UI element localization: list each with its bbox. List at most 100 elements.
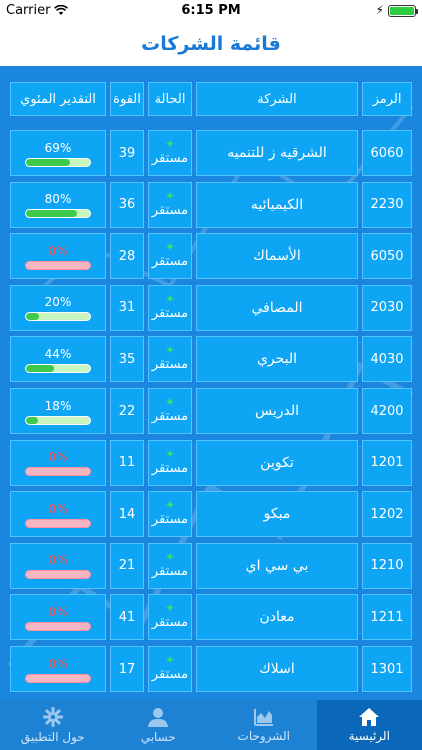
table-row[interactable]: 6050 الأسماك ✦ مستقر 28 0% <box>6 233 416 280</box>
header-code: الرمز <box>362 82 412 116</box>
status-cell: ✦ مستقر <box>148 233 192 280</box>
rating-cell: 0% <box>10 233 106 280</box>
header-status: الحالة <box>148 82 192 116</box>
status-label: مستقر <box>151 409 189 424</box>
rating-label: 44% <box>44 346 72 361</box>
rating-progress-bar <box>25 363 91 373</box>
tab-home[interactable]: الرئيسية <box>316 700 422 750</box>
clock: 6:15 PM <box>181 3 241 18</box>
rating-label: 0% <box>48 501 68 516</box>
company-code: 1201 <box>362 439 412 486</box>
rating-cell: 0% <box>10 439 106 486</box>
rating-progress-fill <box>26 416 38 424</box>
table-row[interactable]: 2030 المصافي ✦ مستقر 31 20% <box>6 284 416 331</box>
company-code: 6060 <box>362 130 412 176</box>
companies-panel[interactable]: الرمز الشركة الحالة القوة التقدير المئوي… <box>0 66 422 700</box>
rating-cell: 69% <box>10 130 106 176</box>
rating-progress-bar <box>25 673 91 683</box>
rating-cell: 44% <box>10 336 106 383</box>
user-icon <box>147 706 169 728</box>
status-cell: ✦ مستقر <box>148 336 192 383</box>
rating-progress-bar <box>25 570 91 580</box>
table-row[interactable]: 1201 تكوين ✦ مستقر 11 0% <box>6 439 416 486</box>
company-name: المصافي <box>196 284 358 331</box>
company-code: 4200 <box>362 388 412 434</box>
tab-label: الشروحات <box>237 729 290 743</box>
rating-progress-bar <box>25 157 91 167</box>
star-icon: ✦ <box>164 601 176 616</box>
star-icon: ✦ <box>164 291 176 306</box>
table-row[interactable]: 1211 معادن ✦ مستقر 41 0% <box>6 594 416 641</box>
power-value: 36 <box>110 181 144 228</box>
table-row[interactable]: 2230 الكيميائيه ✦ مستقر 36 80% <box>6 181 416 228</box>
power-value: 22 <box>110 388 144 434</box>
rating-cell: 0% <box>10 491 106 538</box>
tab-gear[interactable]: حول التطبيق <box>0 700 106 750</box>
table-header: الرمز الشركة الحالة القوة التقدير المئوي <box>6 82 416 128</box>
status-label: مستقر <box>151 254 189 270</box>
tab-user[interactable]: حسابي <box>106 700 212 750</box>
header-company: الشركة <box>196 82 358 116</box>
tab-bar: الرئيسية الشروحات حسابي حول التطبيق <box>0 700 422 750</box>
company-name: بي سي اي <box>196 542 358 589</box>
rating-progress-bar <box>25 621 91 631</box>
page-title: قائمة الشركات <box>141 33 281 55</box>
company-name: مبكو <box>196 491 358 538</box>
star-icon: ✦ <box>164 240 176 255</box>
star-icon: ✦ <box>164 188 176 203</box>
status-label: مستقر <box>151 151 189 166</box>
tab-chart[interactable]: الشروحات <box>211 700 317 750</box>
tab-label: حول التطبيق <box>20 730 85 744</box>
rating-cell: 0% <box>10 646 106 692</box>
status-label: مستقر <box>151 357 189 373</box>
table-row[interactable]: 1202 مبكو ✦ مستقر 14 0% <box>6 491 416 538</box>
status-label: مستقر <box>151 615 189 631</box>
rating-cell: 20% <box>10 284 106 331</box>
gear-icon <box>42 706 64 728</box>
power-value: 17 <box>110 646 144 692</box>
rating-label: 0% <box>48 243 68 258</box>
rating-cell: 0% <box>10 542 106 589</box>
company-code: 6050 <box>362 233 412 280</box>
header-rating: التقدير المئوي <box>10 82 106 116</box>
tab-label: الرئيسية <box>348 729 390 743</box>
company-code: 1210 <box>362 542 412 589</box>
rating-label: 0% <box>48 656 68 671</box>
company-code: 2030 <box>362 284 412 331</box>
company-code: 1202 <box>362 491 412 538</box>
company-code: 2230 <box>362 181 412 228</box>
table-row[interactable]: 1301 اسلاك ✦ مستقر 17 0% <box>6 646 416 692</box>
table-row[interactable]: 4200 الدريس ✦ مستقر 22 18% <box>6 388 416 434</box>
power-value: 28 <box>110 233 144 280</box>
table-row[interactable]: 1210 بي سي اي ✦ مستقر 21 0% <box>6 542 416 589</box>
rating-progress-bar <box>25 467 91 477</box>
rating-cell: 18% <box>10 388 106 434</box>
rating-progress-fill <box>26 313 39 321</box>
star-icon: ✦ <box>164 343 176 358</box>
status-cell: ✦ مستقر <box>148 388 192 434</box>
rating-progress-bar <box>25 260 91 270</box>
status-cell: ✦ مستقر <box>148 646 192 692</box>
star-icon: ✦ <box>164 549 176 564</box>
status-label: مستقر <box>151 563 189 579</box>
status-label: مستقر <box>151 202 189 218</box>
companies-table: الرمز الشركة الحالة القوة التقدير المئوي… <box>6 76 416 702</box>
star-icon: ✦ <box>164 446 176 461</box>
table-row[interactable]: 6060 الشرقيه ز للتنميه ✦ مستقر 39 69% <box>6 130 416 176</box>
company-code: 1301 <box>362 646 412 692</box>
table-row[interactable]: 4030 البحري ✦ مستقر 35 44% <box>6 336 416 383</box>
header-power: القوة <box>110 82 144 116</box>
status-cell: ✦ مستقر <box>148 130 192 176</box>
status-label: مستقر <box>151 305 189 321</box>
power-value: 14 <box>110 491 144 538</box>
rating-label: 0% <box>48 604 68 619</box>
company-name: الأسماك <box>196 233 358 280</box>
charging-icon: ⚡ <box>375 3 384 17</box>
home-icon <box>358 707 380 727</box>
status-label: مستقر <box>151 667 189 682</box>
status-cell: ✦ مستقر <box>148 542 192 589</box>
status-cell: ✦ مستقر <box>148 284 192 331</box>
power-value: 11 <box>110 439 144 486</box>
star-icon: ✦ <box>164 498 176 513</box>
rating-label: 0% <box>48 450 68 465</box>
